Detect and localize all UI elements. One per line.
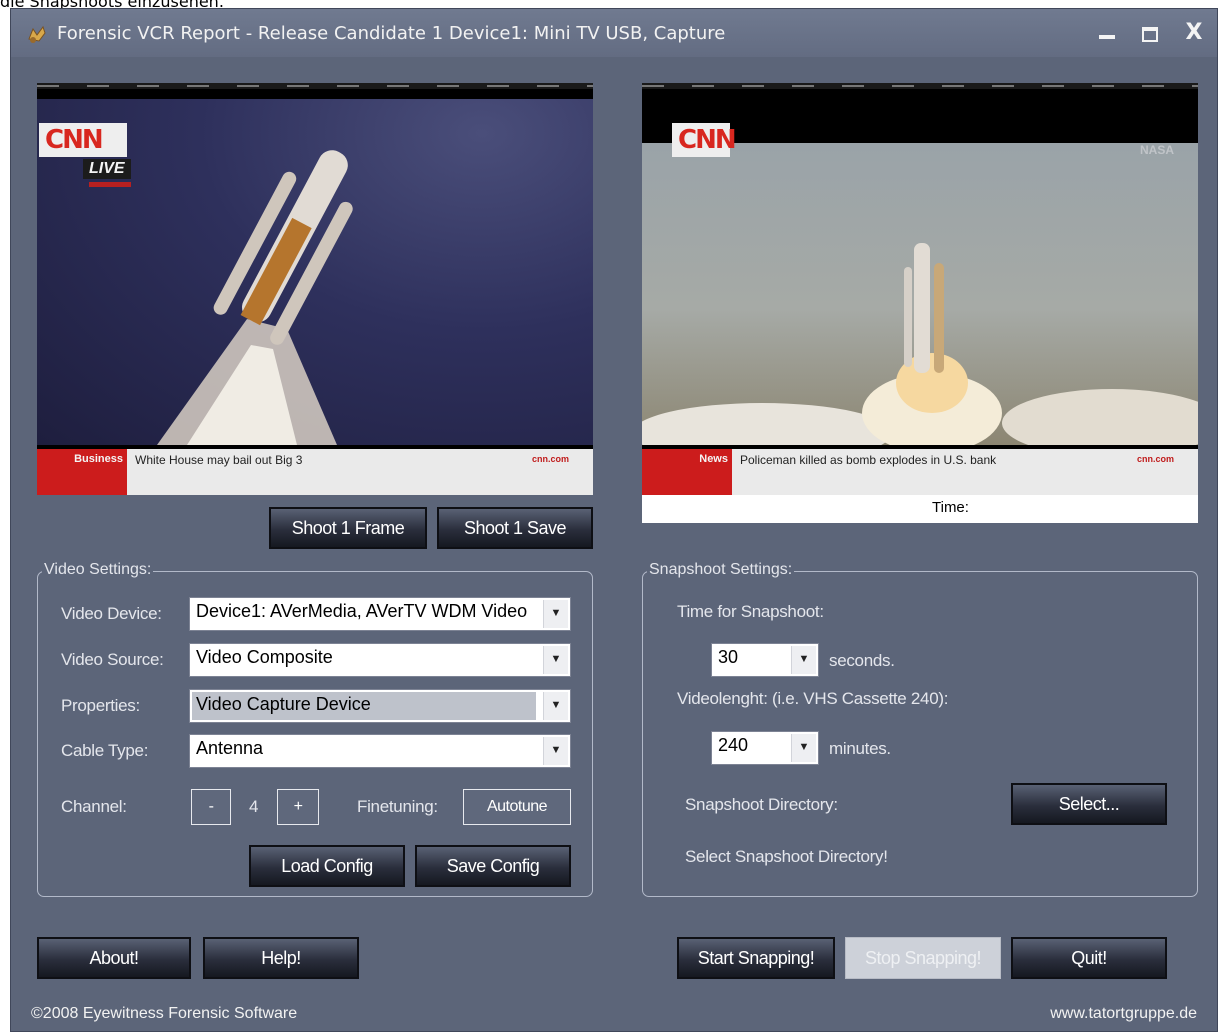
- chevron-down-icon[interactable]: ▼: [791, 646, 816, 674]
- title-bar: Forensic VCR Report - Release Candidate …: [11, 9, 1217, 57]
- maximize-button[interactable]: [1139, 21, 1165, 45]
- finetuning-label: Finetuning:: [357, 797, 438, 816]
- snapshot-time-label: Time for Snapshoot:: [677, 602, 824, 621]
- snapshot-settings-title: Snapshoot Settings:: [647, 561, 795, 579]
- save-config-button[interactable]: Save Config: [415, 845, 571, 887]
- select-directory-button[interactable]: Select...: [1011, 783, 1167, 825]
- close-button[interactable]: X: [1181, 21, 1207, 45]
- chevron-down-icon[interactable]: ▼: [543, 646, 568, 674]
- snapshot-time-unit: seconds.: [829, 651, 895, 670]
- page-caption: die Snapshoots einzusehen.: [0, 0, 1218, 8]
- app-icon: [27, 25, 47, 45]
- time-label: Time:: [932, 499, 969, 516]
- shoot-save-button[interactable]: Shoot 1 Save: [437, 507, 593, 549]
- channel-value: 4: [249, 797, 259, 816]
- video-frame-bar: [642, 83, 1198, 89]
- channel-label: Channel:: [61, 797, 127, 816]
- ticker-brand: cnn.com: [531, 454, 569, 464]
- snapshot-directory-label: Snapshoot Directory:: [685, 795, 838, 814]
- video-source-value: Video Composite: [196, 647, 333, 667]
- ticker-text: White House may bail out Big 3: [135, 453, 303, 467]
- time-display: Time:: [642, 495, 1198, 523]
- help-button[interactable]: Help!: [203, 937, 359, 979]
- properties-label: Properties:: [61, 696, 140, 715]
- cnn-logo-text: CNN: [678, 125, 737, 155]
- properties-select[interactable]: Video Capture Device ▼: [189, 689, 571, 723]
- cable-type-select[interactable]: Antenna ▼: [189, 734, 571, 768]
- news-ticker: News Policeman killed as bomb explodes i…: [642, 449, 1198, 495]
- video-length-unit: minutes.: [829, 739, 891, 758]
- chevron-down-icon[interactable]: ▼: [791, 734, 816, 762]
- live-badge: LIVE: [83, 159, 131, 187]
- shoot-frame-button[interactable]: Shoot 1 Frame: [269, 507, 427, 549]
- snapshot-directory-hint: Select Snapshoot Directory!: [685, 847, 888, 866]
- video-length-value: 240: [718, 735, 749, 755]
- window-title: Forensic VCR Report - Release Candidate …: [57, 23, 726, 44]
- chevron-down-icon[interactable]: ▼: [543, 692, 568, 720]
- video-device-select[interactable]: Device1: AVerMedia, AVerTV WDM Video ▼: [189, 597, 571, 631]
- about-button[interactable]: About!: [37, 937, 191, 979]
- ticker-brand: cnn.com: [1136, 454, 1174, 464]
- video-frame-bar: [37, 83, 593, 89]
- video-source-select[interactable]: Video Composite ▼: [189, 643, 571, 677]
- video-device-value: Device1: AVerMedia, AVerTV WDM Video: [196, 601, 528, 621]
- snapshot-time-value: 30: [718, 647, 739, 667]
- snapshot-preview: CNN NASA News Policeman killed as bomb e…: [642, 83, 1198, 495]
- app-window: Forensic VCR Report - Release Candidate …: [10, 8, 1218, 1032]
- cnn-logo: CNN: [672, 123, 737, 157]
- load-config-button[interactable]: Load Config: [249, 845, 405, 887]
- autotune-button[interactable]: Autotune: [463, 789, 571, 825]
- cnn-logo: CNN: [39, 123, 127, 157]
- video-length-label: Videolenght: (i.e. VHS Cassette 240):: [677, 689, 949, 708]
- live-video-preview: CNN LIVE Business White House may bail o…: [37, 83, 593, 495]
- start-snapping-button[interactable]: Start Snapping!: [677, 937, 835, 979]
- minimize-button[interactable]: [1095, 21, 1121, 45]
- stop-snapping-button[interactable]: Stop Snapping!: [845, 937, 1001, 979]
- channel-up-button[interactable]: +: [277, 789, 319, 825]
- cable-type-label: Cable Type:: [61, 741, 149, 760]
- website-link[interactable]: www.tatortgruppe.de: [1050, 1005, 1197, 1023]
- video-length-select[interactable]: 240 ▼: [711, 731, 819, 765]
- video-source-label: Video Source:: [61, 650, 164, 669]
- ticker-tag: News: [642, 449, 732, 495]
- copyright-text: ©2008 Eyewitness Forensic Software: [31, 1005, 298, 1022]
- chevron-down-icon[interactable]: ▼: [543, 737, 568, 765]
- cnn-logo-text: CNN: [45, 125, 104, 155]
- shuttle-liftoff-image: [642, 243, 1198, 463]
- properties-value: Video Capture Device: [192, 692, 536, 720]
- nasa-watermark: NASA: [1139, 143, 1174, 157]
- channel-down-button[interactable]: -: [191, 789, 231, 825]
- video-settings-title: Video Settings:: [42, 561, 154, 579]
- video-device-label: Video Device:: [61, 604, 162, 623]
- ticker-text: Policeman killed as bomb explodes in U.S…: [740, 453, 997, 467]
- video-frame-right: [642, 143, 1198, 463]
- cable-type-value: Antenna: [196, 738, 264, 758]
- news-ticker: Business White House may bail out Big 3 …: [37, 449, 593, 495]
- snapshot-time-select[interactable]: 30 ▼: [711, 643, 819, 677]
- quit-button[interactable]: Quit!: [1011, 937, 1167, 979]
- ticker-tag: Business: [37, 449, 127, 495]
- chevron-down-icon[interactable]: ▼: [543, 600, 568, 628]
